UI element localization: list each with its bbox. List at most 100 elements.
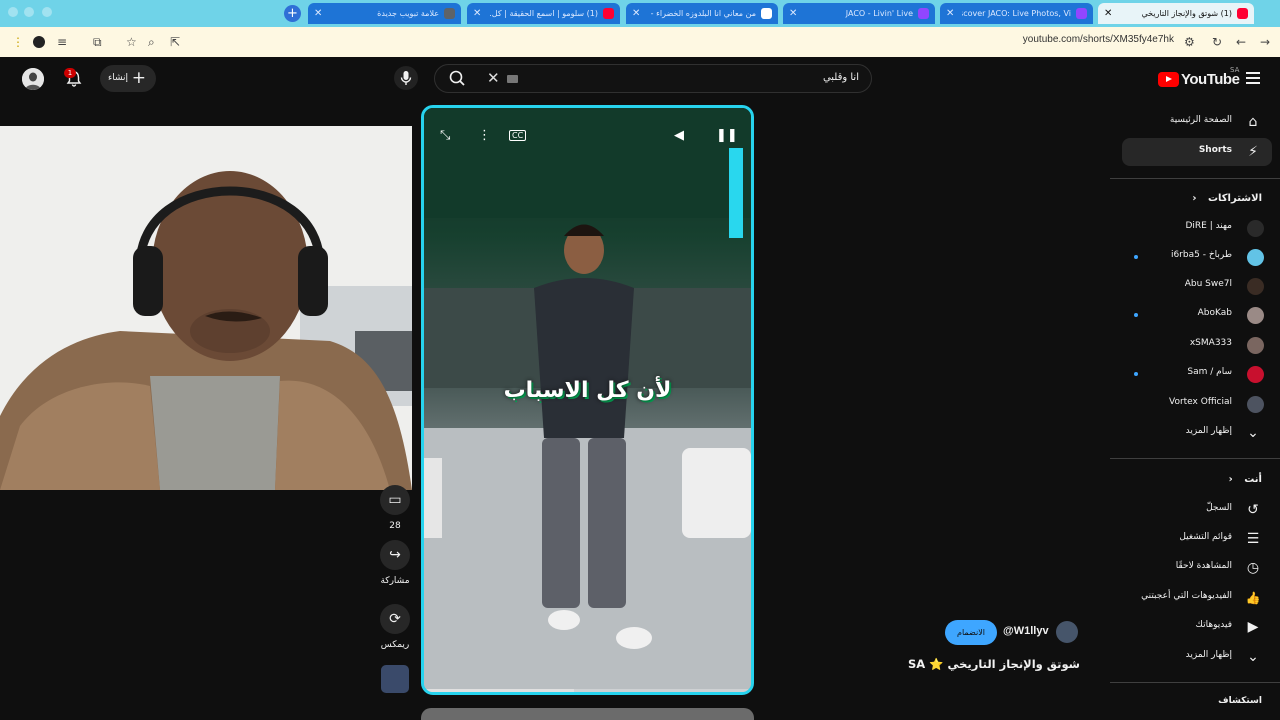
subscription-label: xSMA333: [1189, 338, 1232, 348]
show-more-you[interactable]: ⌄ إظهار المزيد: [1122, 643, 1272, 671]
video-caption: لأن كل الاسباب: [503, 378, 672, 403]
channel-avatar[interactable]: [1056, 621, 1078, 643]
subscription-item[interactable]: Abu Swe7l: [1122, 272, 1272, 300]
sidebar-item-shorts[interactable]: ⚡ Shorts: [1122, 138, 1272, 166]
shorts-video-player[interactable]: ⤡ ⋮ CC ◀ ❚❚ لأن كل الاسباب: [421, 105, 754, 695]
video-progress-bar[interactable]: [424, 689, 751, 692]
liked-icon: 👍: [1245, 591, 1261, 605]
close-icon[interactable]: ✕: [789, 3, 797, 24]
close-icon[interactable]: ✕: [1104, 3, 1112, 24]
new-content-dot: [1134, 313, 1138, 317]
show-more-subscriptions[interactable]: ⌄ إظهار المزيد: [1122, 419, 1272, 447]
subscription-label: مهند | DiRE: [1185, 221, 1232, 231]
search-button[interactable]: [438, 64, 476, 93]
guide-menu-icon[interactable]: [1246, 72, 1260, 84]
browser-tab[interactable]: ✕ Discover JACO: Live Photos, Vi...: [940, 3, 1093, 24]
search-input[interactable]: انا وقلبي ✕: [434, 64, 872, 93]
youtube-logo[interactable]: YouTube SA: [1158, 66, 1240, 88]
bookmark-star-icon[interactable]: ☆: [126, 35, 137, 49]
history-icon: ↺: [1247, 502, 1259, 518]
browser-tab[interactable]: ✕ JACO - Livin' Live: [783, 3, 935, 24]
browser-address-bar: ⋮ ≡ ⧉ ☆ ⌕ ⇱ youtube.com/shorts/XM35fy4e7…: [0, 27, 1280, 57]
clear-search-icon[interactable]: ✕: [487, 69, 500, 87]
share-icon: ↪: [380, 540, 410, 570]
sidebar-item-home[interactable]: ⌂ الصفحة الرئيسية: [1122, 108, 1272, 136]
profile-avatar-icon[interactable]: [33, 36, 45, 48]
more-options-icon[interactable]: ⋮: [478, 128, 491, 143]
subscription-item[interactable]: xSMA333: [1122, 331, 1272, 359]
explore-heading: استكشاف: [1218, 696, 1262, 706]
window-maximize-dot[interactable]: [42, 7, 52, 17]
subscription-item[interactable]: سام / Sam: [1122, 360, 1272, 388]
keyboard-icon[interactable]: [507, 75, 518, 83]
account-avatar[interactable]: [22, 68, 44, 90]
youtube-play-icon: [1158, 71, 1179, 87]
menu-dots-icon[interactable]: ⋮: [12, 35, 24, 49]
subscriptions-heading[interactable]: الاشتراكات ‹: [1192, 193, 1262, 204]
close-icon[interactable]: ✕: [314, 3, 322, 24]
close-icon[interactable]: ✕: [473, 3, 481, 24]
audio-thumbnail-icon: [381, 665, 409, 693]
subscription-item[interactable]: Vortex Official: [1122, 390, 1272, 418]
watch-later-icon: ◷: [1246, 560, 1260, 576]
browser-tab[interactable]: ✕ من معاني انا البلدوزه الخضراء - بحث: [626, 3, 778, 24]
channel-handle[interactable]: @W1llyv: [1003, 625, 1049, 637]
sound-thumbnail[interactable]: [380, 665, 410, 693]
comments-count: 28: [389, 521, 401, 531]
sidebar-item-your-videos[interactable]: ▶ فيديوهاتك: [1122, 613, 1272, 641]
extensions-icon[interactable]: ⧉: [93, 35, 102, 49]
url-field[interactable]: youtube.com/shorts/XM35fy4e7hk: [1023, 34, 1174, 45]
video-title: شوتق والإنجاز التاريخي ⭐ SA: [907, 657, 1080, 671]
microphone-icon: [400, 71, 412, 85]
volume-icon[interactable]: ◀: [674, 128, 684, 143]
subscription-label: سام / Sam: [1187, 367, 1232, 377]
window-close-dot[interactable]: [8, 7, 18, 17]
streamer-webcam-image: [0, 126, 412, 490]
captions-icon[interactable]: CC: [509, 130, 527, 141]
country-code: SA: [1230, 66, 1240, 74]
tab-favicon-icon: [1076, 8, 1087, 19]
fullscreen-icon[interactable]: ⤡: [440, 128, 450, 143]
sidebar-item-watch-later[interactable]: ◷ المشاهدة لاحقًا: [1122, 554, 1272, 582]
channel-avatar: [1247, 278, 1264, 295]
progress-fill: [424, 689, 575, 692]
zoom-icon[interactable]: ⌕: [148, 35, 155, 49]
sidebar-item-playlists[interactable]: ☰ قوائم التشغيل: [1122, 525, 1272, 553]
back-icon[interactable]: ←: [1236, 35, 1246, 49]
you-heading[interactable]: أنت ‹: [1229, 474, 1262, 485]
notification-badge: 1: [64, 68, 76, 78]
new-content-dot: [1134, 372, 1138, 376]
create-button[interactable]: + إنشاء: [100, 65, 156, 92]
subscription-item[interactable]: AboKab: [1122, 301, 1272, 329]
sidebar-item-liked-videos[interactable]: 👍 الفيديوهات التي أعجبتني: [1122, 584, 1272, 612]
site-settings-icon[interactable]: ⚙: [1184, 35, 1195, 49]
home-icon: ⌂: [1248, 114, 1258, 130]
close-icon[interactable]: ✕: [946, 3, 954, 24]
share-page-icon[interactable]: ⇱: [170, 35, 180, 49]
voice-search-button[interactable]: [394, 66, 418, 90]
browser-tab[interactable]: ✕ (1) سلومو | اسمع الحقيقة | كل...: [467, 3, 620, 24]
window-minimize-dot[interactable]: [24, 7, 34, 17]
comments-action[interactable]: ▭ 28: [380, 485, 410, 531]
browser-tab-active[interactable]: ✕ (1) شوتق والإنجاز التاريخي: [1098, 3, 1254, 24]
close-icon[interactable]: ✕: [632, 3, 640, 24]
browser-tab[interactable]: ✕ علامة تبويب جديدة: [308, 3, 461, 24]
join-button[interactable]: الانضمام: [945, 620, 997, 645]
pause-icon[interactable]: ❚❚: [716, 128, 738, 143]
tab-favicon-icon: [918, 8, 929, 19]
remix-action[interactable]: ⟳ ريمكس: [380, 604, 410, 650]
tab-title: (1) شوتق والإنجاز التاريخي: [1141, 9, 1232, 18]
subscription-item[interactable]: مهند | DiRE: [1122, 214, 1272, 242]
sidebar-item-label: السجلّ: [1206, 503, 1232, 513]
search-query: انا وقلبي: [822, 72, 859, 83]
new-tab-button[interactable]: +: [284, 5, 301, 22]
subscription-item[interactable]: طرباخ - i6rba5: [1122, 243, 1272, 271]
forward-icon[interactable]: →: [1260, 35, 1270, 49]
channel-avatar: [1247, 249, 1264, 266]
reading-list-icon[interactable]: ≡: [57, 35, 67, 49]
sidebar-item-history[interactable]: ↺ السجلّ: [1122, 496, 1272, 524]
share-action[interactable]: ↪ مشاركة: [380, 540, 410, 586]
reload-icon[interactable]: ↻: [1212, 35, 1222, 49]
show-more-label: إظهار المزيد: [1185, 650, 1232, 660]
next-short-preview[interactable]: [421, 708, 754, 720]
